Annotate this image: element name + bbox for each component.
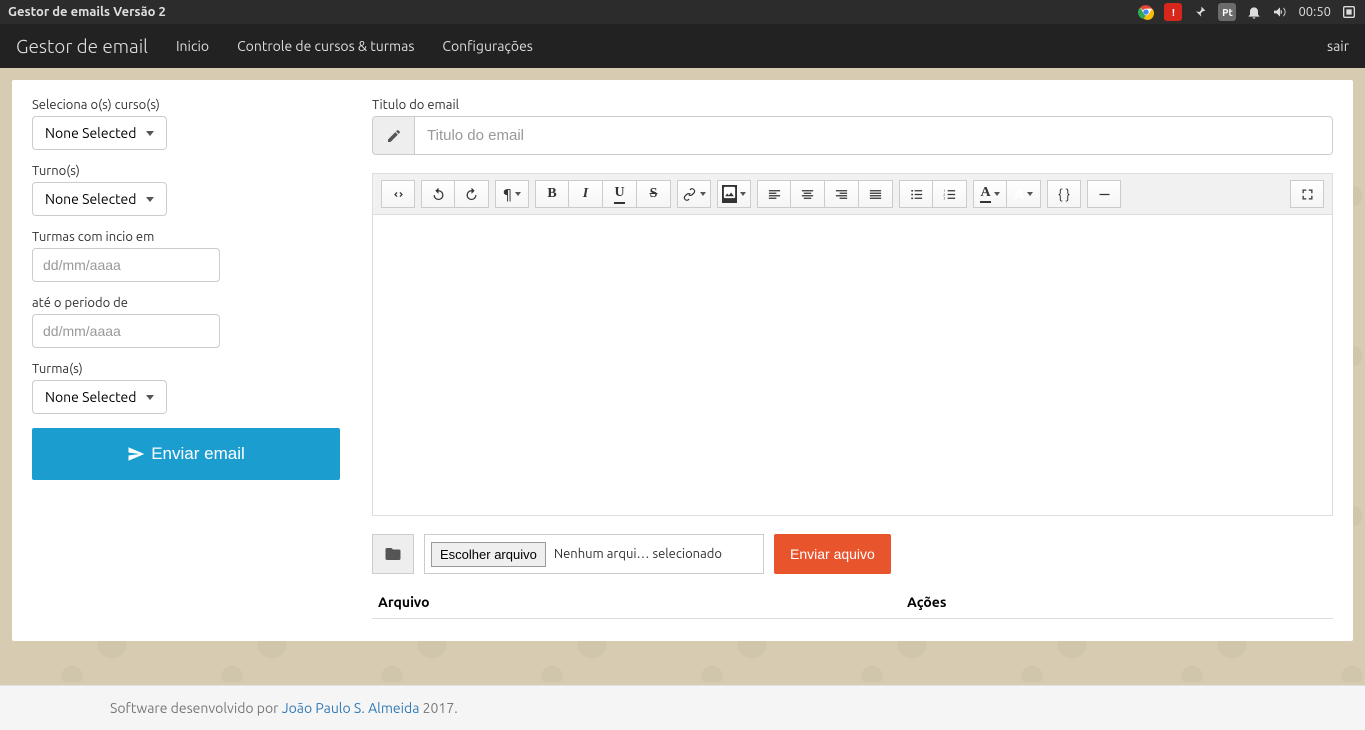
editor-toolbar: ¶ B I U S	[373, 174, 1332, 215]
session-icon[interactable]	[1341, 4, 1357, 20]
attachments-header: Arquivo Ações	[372, 586, 1333, 619]
pin-icon[interactable]	[1192, 4, 1208, 20]
turno-selected: None Selected	[45, 191, 136, 207]
nav-config[interactable]: Configurações	[442, 38, 532, 54]
pencil-icon	[372, 116, 414, 155]
redo-icon[interactable]	[455, 180, 489, 208]
app-nav: Gestor de email Inicio Controle de curso…	[0, 24, 1365, 68]
font-color-icon[interactable]: A	[973, 180, 1007, 208]
os-window-title: Gestor de emails Versão 2	[8, 5, 1138, 19]
footer-suffix: 2017.	[419, 700, 457, 716]
curso-selected: None Selected	[45, 125, 136, 141]
send-email-button[interactable]: Enviar email	[32, 428, 340, 480]
upload-file-button[interactable]: Enviar aquivo	[774, 534, 891, 574]
inicio-date-input[interactable]	[32, 248, 220, 282]
os-tray: ! Pt 00:50	[1138, 3, 1357, 21]
main-area: Titulo do email ¶ B	[372, 98, 1333, 619]
col-arquivo: Arquivo	[378, 594, 907, 610]
file-input[interactable]: Escolher arquivo Nenhum arqui… seleciona…	[424, 534, 764, 574]
bell-icon[interactable]	[1246, 4, 1262, 20]
underline-icon[interactable]: U	[603, 180, 637, 208]
fim-date-input[interactable]	[32, 314, 220, 348]
bold-icon[interactable]: B	[535, 180, 569, 208]
list-ol-icon[interactable]: 123	[933, 180, 967, 208]
nav-inicio[interactable]: Inicio	[176, 38, 209, 54]
col-acoes: Ações	[907, 594, 1327, 610]
choose-file-button[interactable]: Escolher arquivo	[431, 542, 546, 567]
fim-label: até o periodo de	[32, 296, 350, 310]
sidebar: Seleciona o(s) curso(s) None Selected Tu…	[32, 98, 350, 619]
link-icon[interactable]	[677, 180, 711, 208]
turno-label: Turno(s)	[32, 164, 350, 178]
editor-body[interactable]	[373, 215, 1332, 515]
alert-icon[interactable]: !	[1164, 3, 1182, 21]
inicio-label: Turmas com incio em	[32, 230, 350, 244]
fullscreen-icon[interactable]	[1290, 180, 1324, 208]
language-indicator[interactable]: Pt	[1218, 3, 1236, 21]
app-brand: Gestor de email	[16, 35, 148, 57]
paragraph-icon[interactable]: ¶	[495, 180, 529, 208]
align-center-icon[interactable]	[791, 180, 825, 208]
file-status-text: Nenhum arqui… selecionado	[554, 547, 722, 561]
file-upload-row: Escolher arquivo Nenhum arqui… seleciona…	[372, 534, 1333, 574]
page-footer: Software desenvolvido por João Paulo S. …	[0, 685, 1365, 730]
rich-editor: ¶ B I U S	[372, 173, 1333, 516]
send-email-label: Enviar email	[151, 444, 245, 464]
email-title-input[interactable]	[414, 116, 1333, 155]
undo-icon[interactable]	[421, 180, 455, 208]
turma-selected: None Selected	[45, 389, 136, 405]
strike-icon[interactable]: S	[637, 180, 671, 208]
turma-label: Turma(s)	[32, 362, 350, 376]
title-label: Titulo do email	[372, 98, 1333, 112]
footer-prefix: Software desenvolvido por	[110, 700, 282, 716]
align-right-icon[interactable]	[825, 180, 859, 208]
italic-icon[interactable]: I	[569, 180, 603, 208]
os-clock: 00:50	[1298, 5, 1331, 19]
chevron-down-icon	[146, 131, 154, 136]
align-justify-icon[interactable]	[859, 180, 893, 208]
paper-plane-icon	[127, 445, 145, 463]
nav-logout[interactable]: sair	[1327, 38, 1349, 54]
curso-label: Seleciona o(s) curso(s)	[32, 98, 350, 112]
chrome-icon[interactable]	[1138, 4, 1154, 20]
volume-icon[interactable]	[1272, 4, 1288, 20]
chevron-down-icon	[146, 395, 154, 400]
braces-icon[interactable]: { }	[1047, 180, 1081, 208]
hr-icon[interactable]	[1087, 180, 1121, 208]
align-left-icon[interactable]	[757, 180, 791, 208]
turma-select[interactable]: None Selected	[32, 380, 167, 414]
footer-author-link[interactable]: João Paulo S. Almeida	[282, 700, 420, 716]
folder-icon	[372, 534, 414, 574]
svg-text:3: 3	[943, 196, 945, 200]
bg-color-icon[interactable]: A	[1007, 180, 1041, 208]
nav-cursos[interactable]: Controle de cursos & turmas	[237, 38, 414, 54]
code-icon[interactable]	[381, 180, 415, 208]
main-panel: Seleciona o(s) curso(s) None Selected Tu…	[12, 80, 1353, 641]
list-ul-icon[interactable]	[899, 180, 933, 208]
turno-select[interactable]: None Selected	[32, 182, 167, 216]
image-icon[interactable]	[717, 180, 751, 208]
curso-select[interactable]: None Selected	[32, 116, 167, 150]
chevron-down-icon	[146, 197, 154, 202]
os-top-bar: Gestor de emails Versão 2 ! Pt 00:50	[0, 0, 1365, 24]
